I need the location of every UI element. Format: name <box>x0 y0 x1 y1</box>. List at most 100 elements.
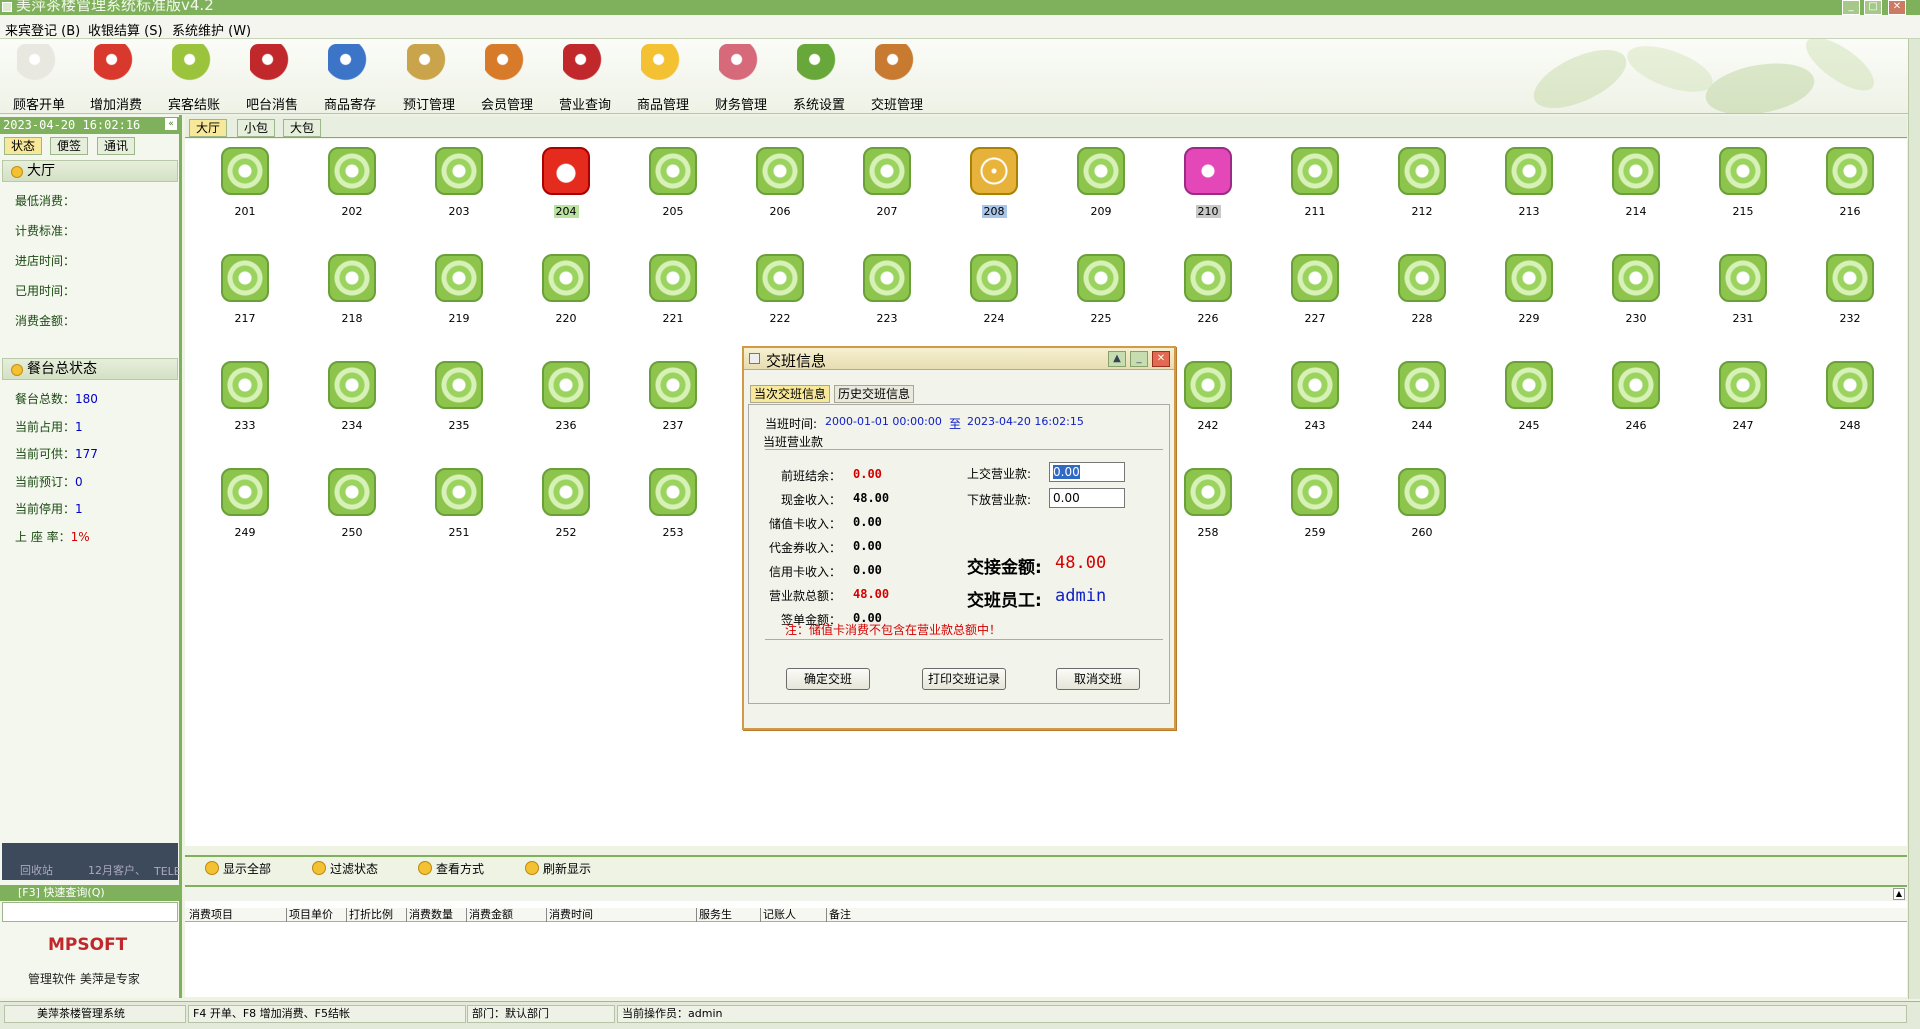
toolbar-button-0[interactable]: 顾客开单 <box>3 44 75 113</box>
cancel-handover-button[interactable]: 取消交班 <box>1056 668 1140 690</box>
toolbar-button-11[interactable]: 交班管理 <box>861 44 933 113</box>
print-handover-button[interactable]: 打印交班记录 <box>922 668 1006 690</box>
tab-main-hall[interactable]: 大厅 <box>189 119 228 137</box>
column-header[interactable]: 消费项目 <box>187 908 287 922</box>
toolbar-button-7[interactable]: 营业查询 <box>549 44 621 113</box>
room-225[interactable]: 225 <box>1066 246 1136 336</box>
toolbar-button-8[interactable]: 商品管理 <box>627 44 699 113</box>
handin-revenue-input[interactable]: 0.00 <box>1049 462 1125 482</box>
room-259[interactable]: 259 <box>1280 460 1350 550</box>
room-219[interactable]: 219 <box>424 246 494 336</box>
room-228[interactable]: 228 <box>1387 246 1457 336</box>
room-202[interactable]: 202 <box>317 139 387 229</box>
toolbar-button-3[interactable]: 吧台消售 <box>236 44 308 113</box>
toolbar-button-2[interactable]: 宾客结账 <box>158 44 230 113</box>
room-230[interactable]: 230 <box>1601 246 1671 336</box>
room-235[interactable]: 235 <box>424 353 494 443</box>
menu-cashier[interactable]: 收银结算 (S) <box>88 20 163 39</box>
tab-shift-history[interactable]: 历史交班信息 <box>834 385 915 403</box>
room-206[interactable]: 206 <box>745 139 815 229</box>
column-header[interactable]: 记账人 <box>761 908 827 922</box>
view-mode-button[interactable]: 查看方式 <box>418 860 484 877</box>
room-243[interactable]: 243 <box>1280 353 1350 443</box>
tab-status[interactable]: 状态 <box>4 137 43 155</box>
room-231[interactable]: 231 <box>1708 246 1778 336</box>
room-226[interactable]: 226 <box>1173 246 1243 336</box>
room-232[interactable]: 232 <box>1815 246 1885 336</box>
room-246[interactable]: 246 <box>1601 353 1671 443</box>
room-205[interactable]: 205 <box>638 139 708 229</box>
toolbar-button-5[interactable]: 预订管理 <box>393 44 465 113</box>
lower-revenue-input[interactable]: 0.00 <box>1049 488 1125 508</box>
room-260[interactable]: 260 <box>1387 460 1457 550</box>
room-247[interactable]: 247 <box>1708 353 1778 443</box>
room-214[interactable]: 214 <box>1601 139 1671 229</box>
room-249[interactable]: 249 <box>210 460 280 550</box>
collapse-panel-icon[interactable]: « <box>165 118 177 130</box>
column-header[interactable]: 消费时间 <box>547 908 697 922</box>
room-208[interactable]: 208 <box>959 139 1029 229</box>
room-217[interactable]: 217 <box>210 246 280 336</box>
menu-system-maintenance[interactable]: 系统维护 (W) <box>172 20 251 39</box>
room-211[interactable]: 211 <box>1280 139 1350 229</box>
menu-guest-register[interactable]: 来宾登记 (B) <box>5 20 80 39</box>
toolbar-button-9[interactable]: 财务管理 <box>705 44 777 113</box>
close-button[interactable]: ✕ <box>1888 0 1906 15</box>
room-212[interactable]: 212 <box>1387 139 1457 229</box>
room-258[interactable]: 258 <box>1173 460 1243 550</box>
dialog-close-button[interactable]: ✕ <box>1152 351 1170 367</box>
toolbar-button-10[interactable]: 系统设置 <box>783 44 855 113</box>
room-216[interactable]: 216 <box>1815 139 1885 229</box>
room-203[interactable]: 203 <box>424 139 494 229</box>
room-210[interactable]: 210 <box>1173 139 1243 229</box>
column-header[interactable]: 项目单价 <box>287 908 347 922</box>
confirm-handover-button[interactable]: 确定交班 <box>786 668 870 690</box>
toolbar-button-1[interactable]: 增加消费 <box>80 44 152 113</box>
room-233[interactable]: 233 <box>210 353 280 443</box>
room-253[interactable]: 253 <box>638 460 708 550</box>
show-all-button[interactable]: 显示全部 <box>205 860 271 877</box>
dialog-up-icon[interactable]: ▲ <box>1108 351 1126 367</box>
toolbar-button-6[interactable]: 会员管理 <box>471 44 543 113</box>
room-218[interactable]: 218 <box>317 246 387 336</box>
system-menu-icon[interactable] <box>2 2 12 12</box>
dialog-system-icon[interactable] <box>749 353 760 364</box>
room-201[interactable]: 201 <box>210 139 280 229</box>
room-250[interactable]: 250 <box>317 460 387 550</box>
column-header[interactable]: 服务生 <box>697 908 761 922</box>
filter-status-button[interactable]: 过滤状态 <box>312 860 378 877</box>
column-header[interactable]: 消费金额 <box>467 908 547 922</box>
refresh-button[interactable]: 刷新显示 <box>525 860 591 877</box>
room-227[interactable]: 227 <box>1280 246 1350 336</box>
room-207[interactable]: 207 <box>852 139 922 229</box>
tab-notes[interactable]: 便签 <box>50 137 89 155</box>
room-215[interactable]: 215 <box>1708 139 1778 229</box>
collapse-consumption-icon[interactable]: ▲ <box>1893 888 1905 900</box>
room-236[interactable]: 236 <box>531 353 601 443</box>
toolbar-button-4[interactable]: 商品寄存 <box>314 44 386 113</box>
room-234[interactable]: 234 <box>317 353 387 443</box>
tab-current-shift[interactable]: 当次交班信息 <box>750 385 831 403</box>
quick-search-input[interactable] <box>2 902 178 922</box>
room-244[interactable]: 244 <box>1387 353 1457 443</box>
column-header[interactable]: 打折比例 <box>347 908 407 922</box>
room-237[interactable]: 237 <box>638 353 708 443</box>
room-209[interactable]: 209 <box>1066 139 1136 229</box>
column-header[interactable]: 备注 <box>827 908 1909 922</box>
room-220[interactable]: 220 <box>531 246 601 336</box>
room-204[interactable]: 204 <box>531 139 601 229</box>
dialog-minimize-button[interactable]: _ <box>1130 351 1148 367</box>
room-223[interactable]: 223 <box>852 246 922 336</box>
tab-small-room[interactable]: 小包 <box>237 119 276 137</box>
minimize-button[interactable]: _ <box>1842 0 1860 15</box>
room-245[interactable]: 245 <box>1494 353 1564 443</box>
room-221[interactable]: 221 <box>638 246 708 336</box>
maximize-button[interactable]: □ <box>1864 0 1882 15</box>
room-251[interactable]: 251 <box>424 460 494 550</box>
room-248[interactable]: 248 <box>1815 353 1885 443</box>
room-229[interactable]: 229 <box>1494 246 1564 336</box>
room-213[interactable]: 213 <box>1494 139 1564 229</box>
room-224[interactable]: 224 <box>959 246 1029 336</box>
room-252[interactable]: 252 <box>531 460 601 550</box>
room-222[interactable]: 222 <box>745 246 815 336</box>
